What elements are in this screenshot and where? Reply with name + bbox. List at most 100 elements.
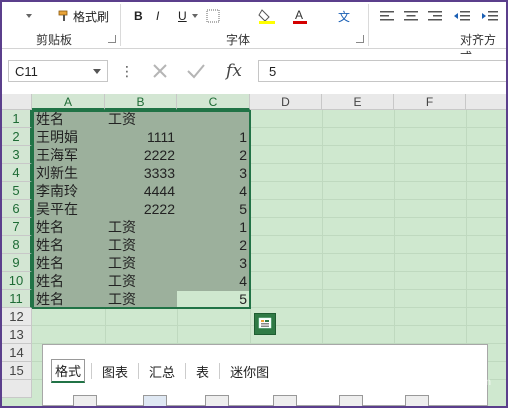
svg-text:A: A <box>295 8 303 22</box>
bold-button[interactable]: B <box>134 7 143 25</box>
cell-a6[interactable]: 吴平在 <box>36 200 78 218</box>
row-header-13[interactable]: 13 <box>2 326 32 344</box>
greater-than-icon[interactable] <box>273 395 297 406</box>
cell-a9[interactable]: 姓名 <box>36 254 64 272</box>
clipboard-group-label: 剪贴板 <box>36 33 73 47</box>
cell-c6[interactable]: 5 <box>177 200 247 218</box>
column-header-f[interactable]: F <box>394 94 466 110</box>
ribbon-divider <box>120 4 121 46</box>
underline-dropdown-icon[interactable] <box>192 7 198 25</box>
name-box-dropdown-icon[interactable] <box>93 69 101 74</box>
row-header-7[interactable]: 7 <box>2 218 32 236</box>
worksheet-grid[interactable]: A B C D E F 1 2 3 4 5 6 7 8 9 10 11 12 1… <box>2 94 506 406</box>
cell-b11[interactable]: 工资 <box>108 290 136 308</box>
formula-input[interactable]: 5 <box>258 60 506 82</box>
align-center-icon[interactable] <box>404 7 418 25</box>
row-header-4[interactable]: 4 <box>2 164 32 182</box>
tab-charts[interactable]: 图表 <box>92 362 138 381</box>
row-header-10[interactable]: 10 <box>2 272 32 290</box>
quick-analysis-button[interactable] <box>254 313 276 335</box>
icon-set-icon[interactable] <box>205 395 229 406</box>
align-right-icon[interactable] <box>428 7 442 25</box>
cell-a3[interactable]: 王海军 <box>36 146 78 164</box>
font-color-icon[interactable]: A <box>292 7 308 25</box>
cell-c9[interactable]: 3 <box>177 254 247 272</box>
cell-b7[interactable]: 工资 <box>108 218 136 236</box>
cell-c2[interactable]: 1 <box>177 128 247 146</box>
row-header-2[interactable]: 2 <box>2 128 32 146</box>
cell-a2[interactable]: 王明娟 <box>36 128 78 146</box>
cell-a11[interactable]: 姓名 <box>36 290 64 308</box>
row-header-12[interactable]: 12 <box>2 308 32 326</box>
cell-c3[interactable]: 2 <box>177 146 247 164</box>
cell-a8[interactable]: 姓名 <box>36 236 64 254</box>
column-header-g[interactable] <box>466 94 506 110</box>
enter-icon[interactable] <box>182 58 210 84</box>
clipboard-launcher-icon[interactable] <box>108 35 116 43</box>
cell-b3[interactable]: 2222 <box>105 146 175 164</box>
window-frame: 格式刷 B I U A 文 剪贴板 字体 对齐方 C11 ⋮ fx 5 A B … <box>0 0 508 408</box>
cell-b10[interactable]: 工资 <box>108 272 136 290</box>
cell-b8[interactable]: 工资 <box>108 236 136 254</box>
cell-a5[interactable]: 李南玲 <box>36 182 78 200</box>
column-header-b[interactable]: B <box>105 94 177 110</box>
cancel-icon[interactable] <box>146 58 174 84</box>
insert-function-button[interactable]: fx <box>220 58 248 84</box>
tab-tables[interactable]: 表 <box>186 362 219 381</box>
fill-color-icon[interactable] <box>258 7 276 25</box>
select-all-corner[interactable] <box>2 94 32 110</box>
quick-analysis-tabs: 格式 图表 汇总 表 迷你图 <box>51 359 279 383</box>
decrease-indent-icon[interactable] <box>454 7 470 25</box>
cell-c4[interactable]: 3 <box>177 164 247 182</box>
cell-b1[interactable]: 工资 <box>108 110 136 128</box>
font-group-label: 字体 <box>226 33 251 47</box>
cell-a4[interactable]: 刘新生 <box>36 164 78 182</box>
row-header-5[interactable]: 5 <box>2 182 32 200</box>
row-header-1[interactable]: 1 <box>2 110 32 128</box>
color-scale-icon[interactable] <box>143 395 167 406</box>
column-header-d[interactable]: D <box>250 94 322 110</box>
cell-b9[interactable]: 工资 <box>108 254 136 272</box>
cell-c8[interactable]: 2 <box>177 236 247 254</box>
border-icon[interactable] <box>206 7 220 25</box>
data-bars-icon[interactable] <box>73 395 97 406</box>
top-ten-icon[interactable] <box>339 395 363 406</box>
column-header-c[interactable]: C <box>177 94 250 110</box>
formula-bar-grip-icon[interactable]: ⋮ <box>120 63 134 80</box>
cell-c11[interactable]: 5 <box>177 290 247 308</box>
column-header-e[interactable]: E <box>322 94 394 110</box>
align-left-icon[interactable] <box>380 7 394 25</box>
tab-format[interactable]: 格式 <box>51 359 86 383</box>
row-header-8[interactable]: 8 <box>2 236 32 254</box>
cell-a7[interactable]: 姓名 <box>36 218 64 236</box>
name-box[interactable]: C11 <box>8 60 108 82</box>
cell-a10[interactable]: 姓名 <box>36 272 64 290</box>
underline-button[interactable]: U <box>178 7 187 25</box>
row-header-3[interactable]: 3 <box>2 146 32 164</box>
italic-button[interactable]: I <box>156 7 159 25</box>
column-header-a[interactable]: A <box>32 94 105 110</box>
cell-c7[interactable]: 1 <box>177 218 247 236</box>
phonetic-button[interactable]: 文 <box>338 7 350 25</box>
increase-indent-icon[interactable] <box>482 7 498 25</box>
row-header-16[interactable] <box>2 380 32 398</box>
cell-b4[interactable]: 3333 <box>105 164 175 182</box>
cell-c10[interactable]: 4 <box>177 272 247 290</box>
cell-c5[interactable]: 4 <box>177 182 247 200</box>
format-painter-button[interactable]: 格式刷 <box>58 7 109 25</box>
cell-b2[interactable]: 1111 <box>105 128 175 146</box>
cell-a1[interactable]: 姓名 <box>36 110 64 128</box>
tab-totals[interactable]: 汇总 <box>139 362 185 381</box>
cell-b6[interactable]: 2222 <box>105 200 175 218</box>
row-header-11[interactable]: 11 <box>2 290 32 308</box>
clear-format-icon[interactable] <box>405 395 429 406</box>
tab-sparklines[interactable]: 迷你图 <box>220 362 279 381</box>
row-header-6[interactable]: 6 <box>2 200 32 218</box>
row-header-15[interactable]: 15 <box>2 362 32 380</box>
cell-b5[interactable]: 4444 <box>105 182 175 200</box>
font-launcher-icon[interactable] <box>356 35 364 43</box>
row-header-14[interactable]: 14 <box>2 344 32 362</box>
name-box-value: C11 <box>15 63 38 79</box>
clipboard-dropdown-icon[interactable] <box>26 7 32 25</box>
row-header-9[interactable]: 9 <box>2 254 32 272</box>
